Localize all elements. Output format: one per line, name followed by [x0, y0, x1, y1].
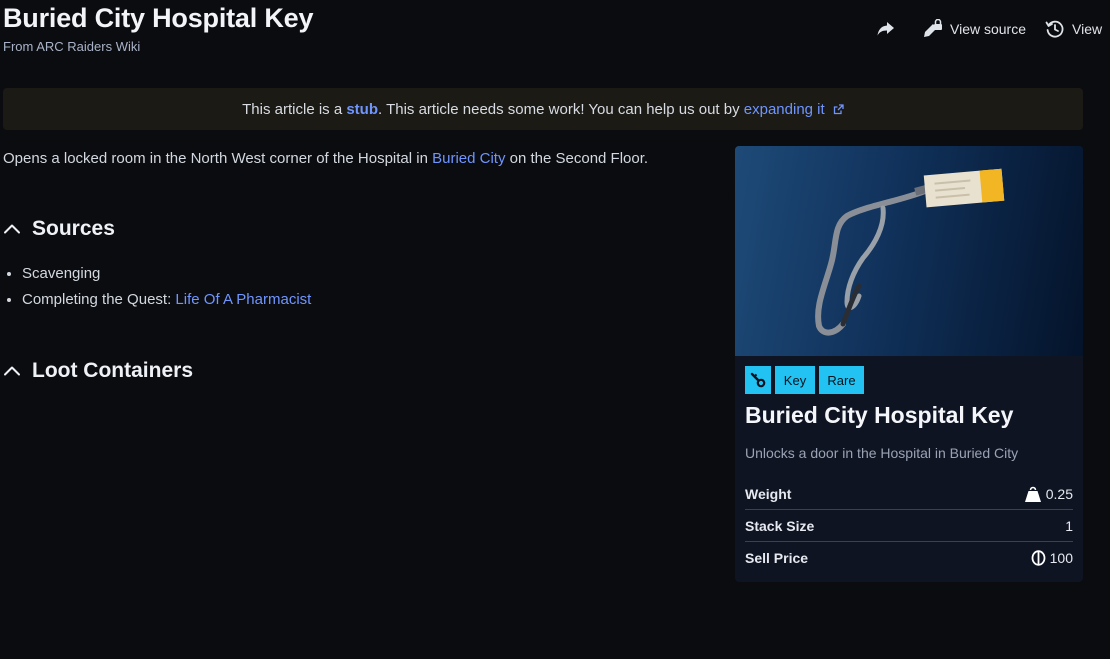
external-link-icon	[833, 103, 844, 114]
list-item: Completing the Quest: Life Of A Pharmaci…	[6, 291, 311, 317]
item-stats: Weight 0.25 Stack Size 1 Sell Price 100	[745, 478, 1073, 574]
item-tags: Key Rare	[745, 366, 864, 394]
quest-link[interactable]: Life Of A Pharmacist	[175, 291, 311, 308]
source-scavenging: Scavenging	[22, 265, 101, 282]
view-history-label: View	[1072, 21, 1103, 37]
expand-link[interactable]: expanding it	[744, 101, 844, 118]
buried-city-link[interactable]: Buried City	[432, 150, 505, 167]
notice-middle: . This article needs some work! You can …	[378, 100, 744, 118]
stat-label: Stack Size	[745, 517, 815, 534]
notice-prefix: This article is a	[242, 100, 347, 118]
stat-weight: Weight 0.25	[745, 478, 1073, 510]
intro-paragraph: Opens a locked room in the North West co…	[3, 150, 648, 167]
weight-icon	[1024, 486, 1041, 502]
type-tag[interactable]: Key	[775, 366, 815, 394]
expand-link-label: expanding it	[743, 100, 825, 118]
intro-text-after: on the Second Floor.	[505, 150, 649, 167]
stat-value: 1	[1065, 517, 1073, 534]
page: Buried City Hospital Key From ARC Raider…	[0, 0, 1110, 659]
item-infobox: Key Rare Buried City Hospital Key Unlock…	[735, 146, 1083, 582]
stat-stack-size: Stack Size 1	[745, 510, 1073, 542]
item-title: Buried City Hospital Key	[745, 402, 1014, 428]
chevron-up-icon	[4, 224, 20, 234]
stat-value: 0.25	[1045, 485, 1073, 502]
page-title: Buried City Hospital Key	[3, 3, 314, 33]
sources-list: Scavenging Completing the Quest: Life Of…	[6, 265, 311, 317]
share-button[interactable]	[876, 20, 896, 38]
list-item: Scavenging	[6, 265, 311, 291]
stat-label: Sell Price	[745, 550, 809, 566]
page-actions: View source View	[876, 19, 1102, 39]
source-quest-prefix: Completing the Quest:	[22, 291, 176, 308]
stat-value-wrap: 0.25	[1024, 486, 1073, 502]
lock-pencil-icon	[924, 19, 942, 37]
view-source-label: View source	[950, 21, 1027, 37]
sources-section-toggle[interactable]: Sources	[3, 217, 115, 241]
stub-link[interactable]: stub	[346, 101, 378, 118]
rarity-tag[interactable]: Rare	[819, 366, 864, 394]
stat-value-wrap: 100	[1031, 550, 1073, 566]
sources-heading: Sources	[32, 217, 115, 240]
page-subtitle: From ARC Raiders Wiki	[3, 39, 141, 54]
share-icon	[877, 22, 894, 36]
key-category-badge	[745, 366, 771, 394]
stat-value: 100	[1049, 550, 1073, 566]
stub-notice: This article is a stub . This article ne…	[3, 88, 1083, 130]
view-source-button[interactable]: View source	[922, 19, 1026, 39]
key-icon	[750, 372, 766, 388]
coin-icon	[1031, 550, 1046, 566]
chevron-up-icon	[4, 366, 20, 376]
stat-sell-price: Sell Price 100	[745, 542, 1073, 574]
history-icon	[1045, 20, 1064, 38]
item-description: Unlocks a door in the Hospital in Buried…	[745, 445, 1019, 461]
item-image	[735, 146, 1083, 356]
intro-text-before: Opens a locked room in the North West co…	[3, 150, 433, 167]
stat-label: Weight	[745, 485, 792, 502]
keycard-lanyard-illustration	[815, 168, 1005, 336]
loot-heading: Loot Containers	[32, 359, 193, 382]
loot-section-toggle[interactable]: Loot Containers	[3, 359, 193, 383]
view-history-button[interactable]: View	[1045, 19, 1102, 39]
